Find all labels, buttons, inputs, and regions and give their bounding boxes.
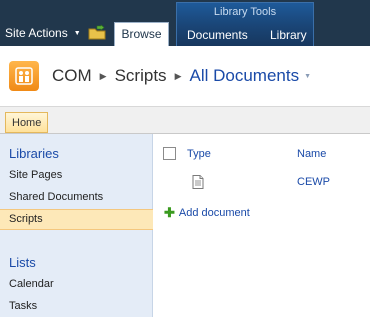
home-tab[interactable]: Home <box>5 112 49 133</box>
lists-heading[interactable]: Lists <box>9 255 36 270</box>
tab-browse[interactable]: Browse <box>114 22 169 46</box>
add-document-label: Add document <box>178 207 250 219</box>
sidebar-item-site-pages[interactable]: Site Pages <box>0 165 153 186</box>
tab-library[interactable]: Library <box>270 28 307 42</box>
navigate-up-icon[interactable] <box>88 24 106 40</box>
plus-icon: ✚ <box>164 205 175 220</box>
view-selector[interactable]: All Documents <box>189 66 299 86</box>
library-tools-title: Library Tools <box>213 6 277 18</box>
sidebar-item-shared-documents[interactable]: Shared Documents <box>0 187 153 208</box>
quick-launch: Libraries Site Pages Shared Documents Sc… <box>0 134 153 317</box>
title-row: COM ▶ Scripts ▶ All Documents ▼ <box>0 46 370 106</box>
sidebar-item-scripts[interactable]: Scripts <box>0 209 153 230</box>
breadcrumb: COM ▶ Scripts ▶ All Documents ▼ <box>52 66 311 86</box>
sidebar-item-calendar[interactable]: Calendar <box>0 274 153 295</box>
document-library-view: Type Name CEWP ✚ Add document <box>154 134 370 317</box>
site-actions-menu[interactable]: Site Actions ▼ <box>5 26 81 40</box>
breadcrumb-site[interactable]: COM <box>52 66 92 86</box>
column-header-type[interactable]: Type <box>187 148 211 160</box>
column-header-name[interactable]: Name <box>297 148 326 160</box>
tab-documents[interactable]: Documents <box>187 28 248 42</box>
document-link-cewp[interactable]: CEWP <box>297 176 330 188</box>
chevron-down-icon[interactable]: ▼ <box>304 73 311 80</box>
site-logo[interactable] <box>9 61 39 91</box>
ribbon: Site Actions ▼ Browse Library Tools Docu… <box>0 0 370 46</box>
breadcrumb-separator-icon: ▶ <box>99 70 107 81</box>
breadcrumb-separator-icon: ▶ <box>174 70 182 81</box>
chevron-down-icon: ▼ <box>73 29 81 37</box>
breadcrumb-section[interactable]: Scripts <box>115 66 167 86</box>
site-actions-label: Site Actions <box>5 26 68 40</box>
library-tools-group: Library Tools Documents Library <box>176 2 314 46</box>
top-link-bar: Home <box>0 106 370 134</box>
people-icon <box>15 67 33 85</box>
text-document-icon[interactable] <box>192 175 204 189</box>
add-document-link[interactable]: ✚ Add document <box>164 205 250 220</box>
select-all-checkbox[interactable] <box>163 147 176 160</box>
sidebar-item-tasks[interactable]: Tasks <box>0 296 153 317</box>
libraries-heading[interactable]: Libraries <box>9 146 59 161</box>
